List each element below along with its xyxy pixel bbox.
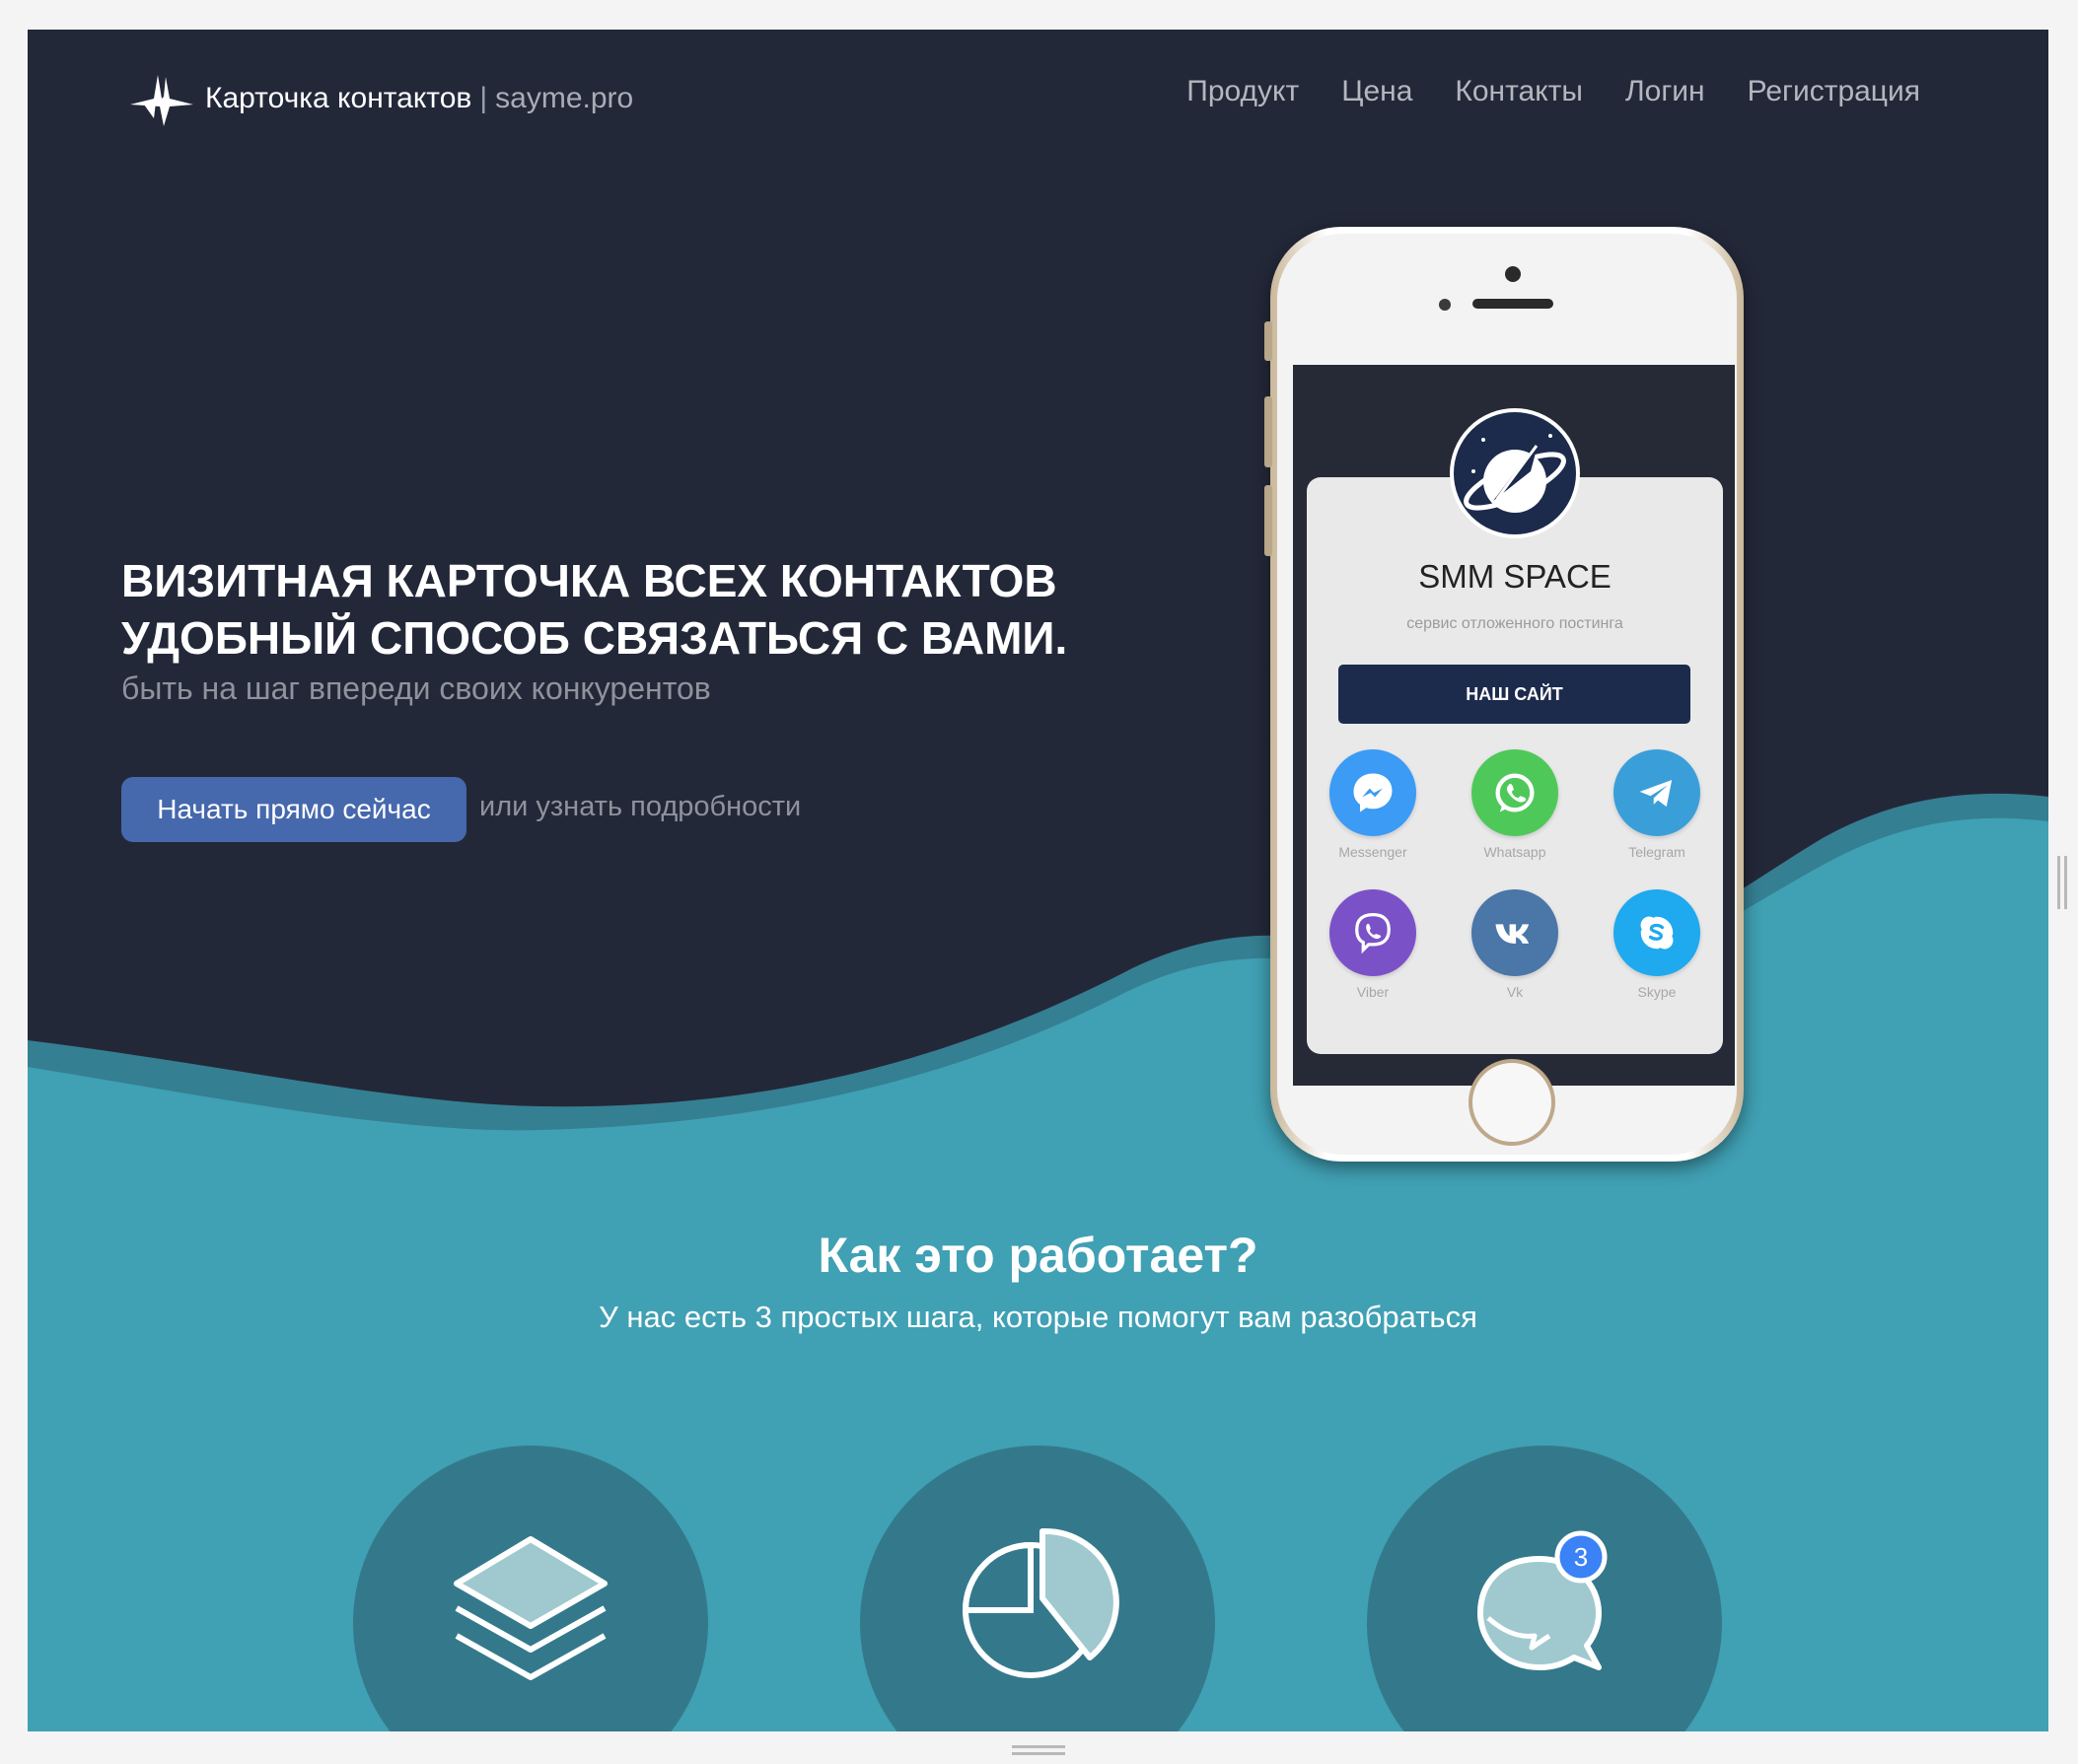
whatsapp-item[interactable]: Whatsapp: [1461, 749, 1569, 860]
phone-screen: SMM SPACE сервис отложенного постинга НА…: [1293, 365, 1735, 1086]
logo-text: Карточка контактов: [205, 82, 472, 114]
skype-icon: [1613, 889, 1700, 976]
phone-body: SMM SPACE сервис отложенного постинга НА…: [1277, 234, 1737, 1155]
phone-speaker: [1472, 299, 1553, 309]
logo-mark-icon: [130, 75, 193, 126]
telegram-label: Telegram: [1628, 844, 1685, 860]
pie-chart-icon: [962, 1527, 1119, 1678]
nav-register[interactable]: Регистрация: [1748, 75, 1920, 108]
telegram-item[interactable]: Telegram: [1603, 749, 1711, 860]
viber-item[interactable]: Viber: [1319, 889, 1427, 1000]
phone-home-button: [1469, 1059, 1555, 1146]
notification-badge-count: 3: [1574, 1542, 1588, 1572]
contact-card: SMM SPACE сервис отложенного постинга НА…: [1307, 408, 1723, 1054]
nav-price[interactable]: Цена: [1341, 75, 1412, 108]
horizontal-resize-handle[interactable]: [1012, 1744, 1065, 1756]
brand-name: SMM SPACE: [1418, 558, 1612, 595]
phone-mute-switch: [1264, 321, 1272, 361]
phone-sensor: [1439, 299, 1451, 311]
hero-title-line-2: УДОБНЫЙ СПОСОБ СВЯЗАТЬСЯ С ВАМИ.: [121, 612, 1068, 664]
vk-icon: [1471, 889, 1558, 976]
telegram-icon: [1613, 749, 1700, 836]
main-nav: Продукт Цена Контакты Логин Регистрация: [1186, 75, 1920, 108]
brand-logo: [1450, 408, 1580, 538]
hero-subtitle: быть на шаг впереди своих конкурентов: [121, 670, 711, 706]
vertical-resize-handle[interactable]: [2056, 856, 2068, 909]
whatsapp-icon: [1471, 749, 1558, 836]
logo-domain: sayme.pro: [495, 82, 634, 114]
messenger-icon: [1329, 749, 1416, 836]
our-site-button[interactable]: НАШ САЙТ: [1338, 665, 1690, 724]
how-it-works-subtitle: У нас есть 3 простых шага, которые помог…: [599, 1300, 1477, 1334]
logo-separator: |: [479, 82, 488, 114]
rocket-planet-icon: [1464, 434, 1566, 513]
phone-camera: [1505, 266, 1521, 282]
logo[interactable]: Карточка контактов | sayme.pro: [124, 69, 633, 128]
viber-label: Viber: [1356, 984, 1390, 1000]
phone-volume-up: [1264, 396, 1272, 467]
vk-label: Vk: [1506, 984, 1524, 1000]
nav-contacts[interactable]: Контакты: [1455, 75, 1583, 108]
hero-title: ВИЗИТНАЯ КАРТОЧКА ВСЕХ КОНТАКТОВ УДОБНЫЙ…: [121, 552, 1067, 667]
nav-login[interactable]: Логин: [1625, 75, 1705, 108]
phone-volume-down: [1264, 485, 1272, 556]
start-now-button[interactable]: Начать прямо сейчас: [121, 777, 466, 842]
messenger-item[interactable]: Messenger: [1319, 749, 1427, 860]
messenger-label: Messenger: [1338, 844, 1407, 860]
skype-item[interactable]: Skype: [1603, 889, 1711, 1000]
chat-bubble-icon: 3: [1477, 1530, 1608, 1670]
whatsapp-label: Whatsapp: [1483, 844, 1546, 860]
learn-more-link[interactable]: или узнать подробности: [479, 791, 801, 823]
nav-product[interactable]: Продукт: [1186, 75, 1299, 108]
vk-item[interactable]: Vk: [1461, 889, 1569, 1000]
skype-label: Skype: [1637, 984, 1677, 1000]
layers-icon: [454, 1536, 608, 1680]
phone-mockup: SMM SPACE сервис отложенного постинга НА…: [1264, 227, 1744, 1162]
viber-icon: [1329, 889, 1416, 976]
hero-title-line-1: ВИЗИТНАЯ КАРТОЧКА ВСЕХ КОНТАКТОВ: [121, 555, 1057, 606]
landing-page: Карточка контактов | sayme.pro Продукт Ц…: [28, 30, 2048, 1731]
brand-description: сервис отложенного постинга: [1406, 615, 1623, 632]
how-it-works-title: Как это работает?: [818, 1228, 1258, 1283]
